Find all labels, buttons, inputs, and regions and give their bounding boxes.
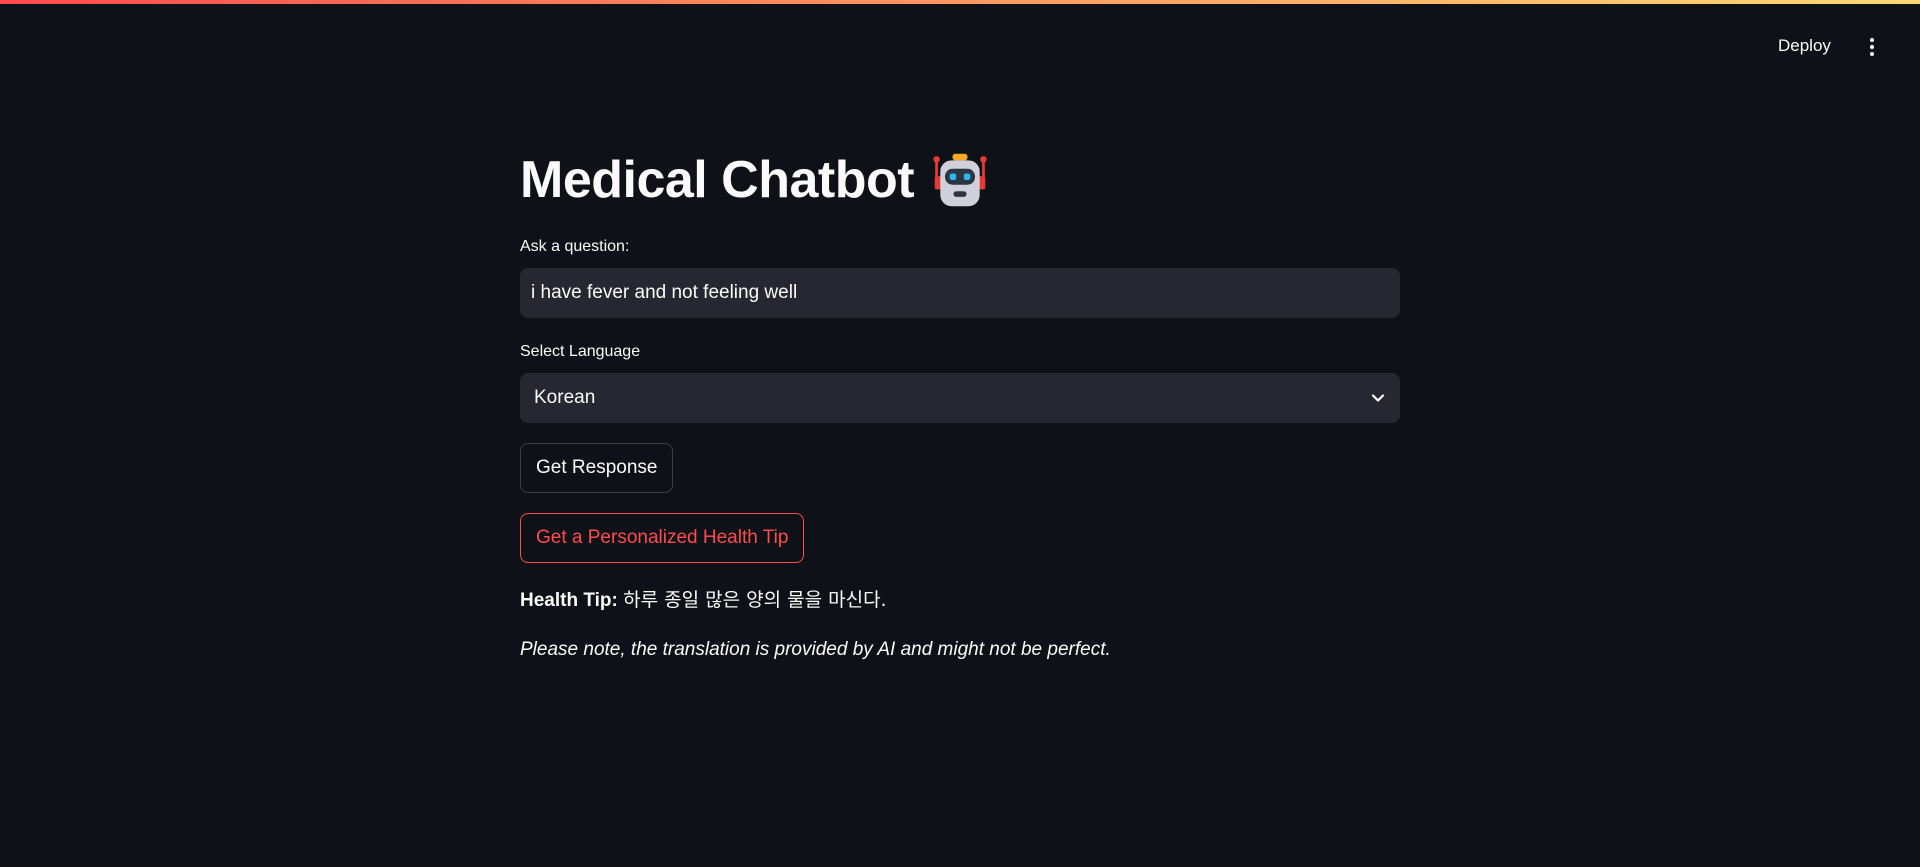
question-label: Ask a question: <box>520 238 630 255</box>
get-response-button[interactable]: Get Response <box>520 443 674 493</box>
question-input[interactable] <box>520 268 1400 318</box>
kebab-menu-icon[interactable] <box>1862 36 1882 58</box>
language-select[interactable]: Korean <box>520 373 1400 423</box>
language-label: Select Language <box>520 343 641 360</box>
chevron-down-icon[interactable] <box>1370 390 1386 406</box>
page-title-text: Medical Chatbot <box>520 151 915 209</box>
health-tip: Health Tip: 하루 종일 많은 양의 물을 마신다. <box>520 585 887 612</box>
translation-note: Please note, the translation is provided… <box>520 639 1111 660</box>
health-tip-button[interactable]: Get a Personalized Health Tip <box>520 513 805 563</box>
page-title: Medical Chatbot <box>520 150 990 210</box>
language-select-value: Korean <box>534 387 596 408</box>
health-tip-prefix: Health Tip: <box>520 590 618 611</box>
robot-icon <box>933 153 987 207</box>
app-header: Deploy <box>0 0 1920 60</box>
health-tip-text: 하루 종일 많은 양의 물을 마신다. <box>623 589 887 611</box>
deploy-button[interactable]: Deploy <box>1772 34 1837 58</box>
